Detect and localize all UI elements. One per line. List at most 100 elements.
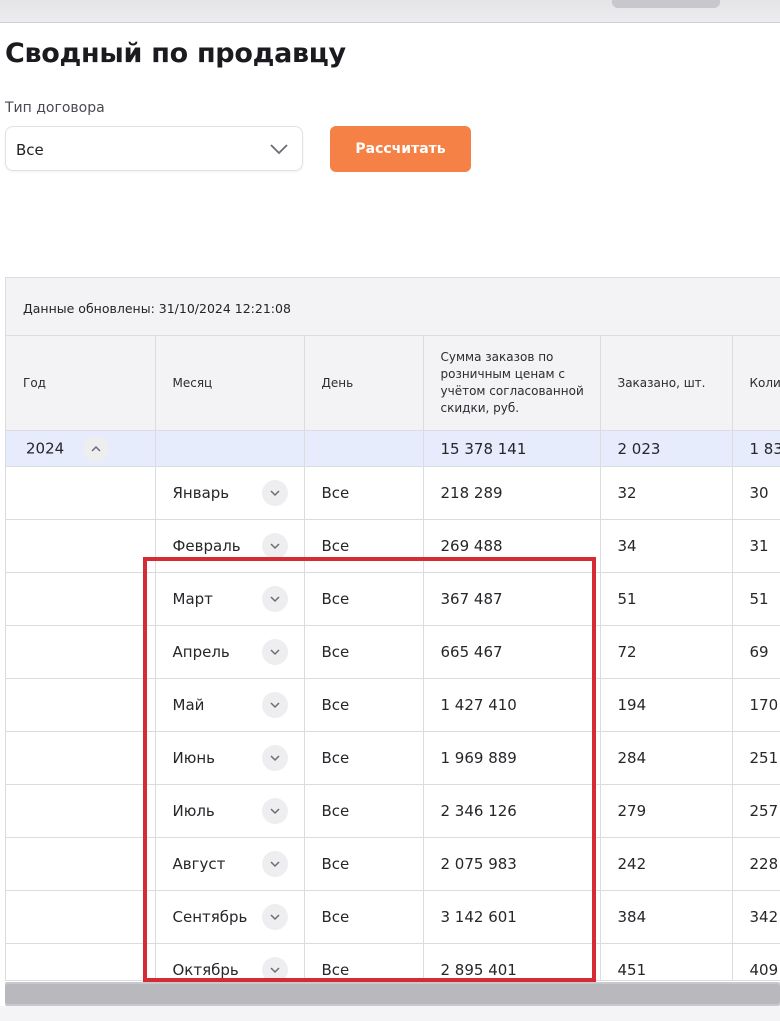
table-row: Март Все 367 487 51 51 (6, 572, 780, 626)
table-row: Июнь Все 1 969 889 284 251 (6, 731, 780, 785)
chevron-down-icon[interactable] (261, 533, 288, 559)
table-row: Июль Все 2 346 126 279 257 (6, 784, 780, 838)
year-empty-cell (6, 837, 156, 891)
year-empty-cell (6, 466, 156, 520)
month-cell: Август (155, 837, 305, 891)
year-empty-cell (6, 943, 156, 980)
year-quantity-cell: 1 83 (732, 430, 780, 467)
sum-cell: 1 427 410 (423, 678, 601, 732)
quantity-cell: 51 (732, 572, 780, 626)
month-label: Март (172, 590, 213, 608)
year-sum-cell: 15 378 141 (423, 430, 601, 467)
sum-cell: 2 895 401 (423, 943, 601, 980)
column-header-year[interactable]: Год (6, 336, 156, 431)
chevron-down-icon[interactable] (261, 480, 288, 506)
month-cell: Март (155, 572, 305, 626)
sum-cell: 1 969 889 (423, 731, 601, 785)
report-table: Год Месяц День Сумма заказов по розничны… (6, 336, 780, 980)
calculate-button[interactable]: Рассчитать (330, 126, 471, 172)
updated-timestamp: Данные обновлены: 31/10/2024 12:21:08 (23, 301, 291, 316)
day-cell: Все (304, 625, 424, 679)
month-cell: Июль (155, 784, 305, 838)
year-month-cell (155, 430, 305, 467)
chevron-down-icon[interactable] (261, 904, 288, 930)
year-empty-cell (6, 890, 156, 944)
quantity-cell: 30 (732, 466, 780, 520)
day-cell: Все (304, 519, 424, 573)
chevron-down-icon[interactable] (261, 692, 288, 718)
year-empty-cell (6, 519, 156, 573)
year-day-cell (304, 430, 424, 467)
sum-cell: 269 488 (423, 519, 601, 573)
month-cell: Июнь (155, 731, 305, 785)
year-empty-cell (6, 731, 156, 785)
quantity-cell: 409 (732, 943, 780, 980)
day-cell: Все (304, 784, 424, 838)
month-label: Июль (172, 802, 215, 820)
day-cell: Все (304, 731, 424, 785)
ordered-cell: 32 (600, 466, 733, 520)
table-row: Сентябрь Все 3 142 601 384 342 (6, 890, 780, 944)
horizontal-scrollbar[interactable] (5, 982, 780, 1006)
table-header-row: Год Месяц День Сумма заказов по розничны… (6, 336, 780, 431)
quantity-cell: 31 (732, 519, 780, 573)
sum-cell: 2 075 983 (423, 837, 601, 891)
column-header-quantity[interactable]: Коли заказ (732, 336, 780, 431)
month-label: Февраль (172, 537, 241, 555)
ordered-cell: 284 (600, 731, 733, 785)
chevron-down-icon[interactable] (261, 798, 288, 824)
month-label: Май (172, 696, 205, 714)
page-title: Сводный по продавцу (5, 38, 346, 69)
table-row: Май Все 1 427 410 194 170 (6, 678, 780, 732)
table-row: Август Все 2 075 983 242 228 (6, 837, 780, 891)
ordered-cell: 451 (600, 943, 733, 980)
year-empty-cell (6, 678, 156, 732)
contract-type-select[interactable]: Все (5, 126, 303, 171)
month-cell: Февраль (155, 519, 305, 573)
quantity-cell: 228 (732, 837, 780, 891)
column-header-order-sum[interactable]: Сумма заказов по розничным ценам с учёто… (423, 336, 601, 431)
month-label: Октябрь (172, 961, 239, 979)
top-bar (0, 0, 780, 23)
chevron-down-icon (268, 139, 290, 159)
month-label: Сентябрь (172, 908, 248, 926)
month-cell: Октябрь (155, 943, 305, 980)
month-label: Июнь (172, 749, 216, 767)
chevron-down-icon[interactable] (261, 957, 288, 980)
table-row: Февраль Все 269 488 34 31 (6, 519, 780, 573)
month-label: Январь (172, 484, 230, 502)
scrollbar-thumb[interactable] (5, 984, 780, 1004)
month-cell: Январь (155, 466, 305, 520)
month-cell: Май (155, 678, 305, 732)
ordered-cell: 51 (600, 572, 733, 626)
day-cell: Все (304, 572, 424, 626)
chevron-down-icon[interactable] (261, 586, 288, 612)
quantity-cell: 257 (732, 784, 780, 838)
day-cell: Все (304, 890, 424, 944)
ordered-cell: 242 (600, 837, 733, 891)
table-row: Апрель Все 665 467 72 69 (6, 625, 780, 679)
updated-bar: Данные обновлены: 31/10/2024 12:21:08 (6, 278, 780, 336)
chevron-up-icon[interactable] (82, 435, 109, 462)
ordered-cell: 72 (600, 625, 733, 679)
report-panel: Данные обновлены: 31/10/2024 12:21:08 Го… (5, 277, 780, 981)
column-header-month[interactable]: Месяц (155, 336, 305, 431)
contract-type-label: Тип договора (5, 100, 105, 116)
year-empty-cell (6, 784, 156, 838)
column-header-day[interactable]: День (304, 336, 424, 431)
quantity-cell: 69 (732, 625, 780, 679)
top-bar-button[interactable] (612, 0, 720, 8)
column-header-ordered-count[interactable]: Заказано, шт. (600, 336, 733, 431)
chevron-down-icon[interactable] (261, 851, 288, 877)
year-ordered-cell: 2 023 (600, 430, 733, 467)
year-empty-cell (6, 625, 156, 679)
sum-cell: 367 487 (423, 572, 601, 626)
month-cell: Сентябрь (155, 890, 305, 944)
table-row: Январь Все 218 289 32 30 (6, 466, 780, 520)
sum-cell: 218 289 (423, 466, 601, 520)
ordered-cell: 384 (600, 890, 733, 944)
chevron-down-icon[interactable] (261, 639, 288, 665)
chevron-down-icon[interactable] (261, 745, 288, 771)
ordered-cell: 279 (600, 784, 733, 838)
day-cell: Все (304, 466, 424, 520)
